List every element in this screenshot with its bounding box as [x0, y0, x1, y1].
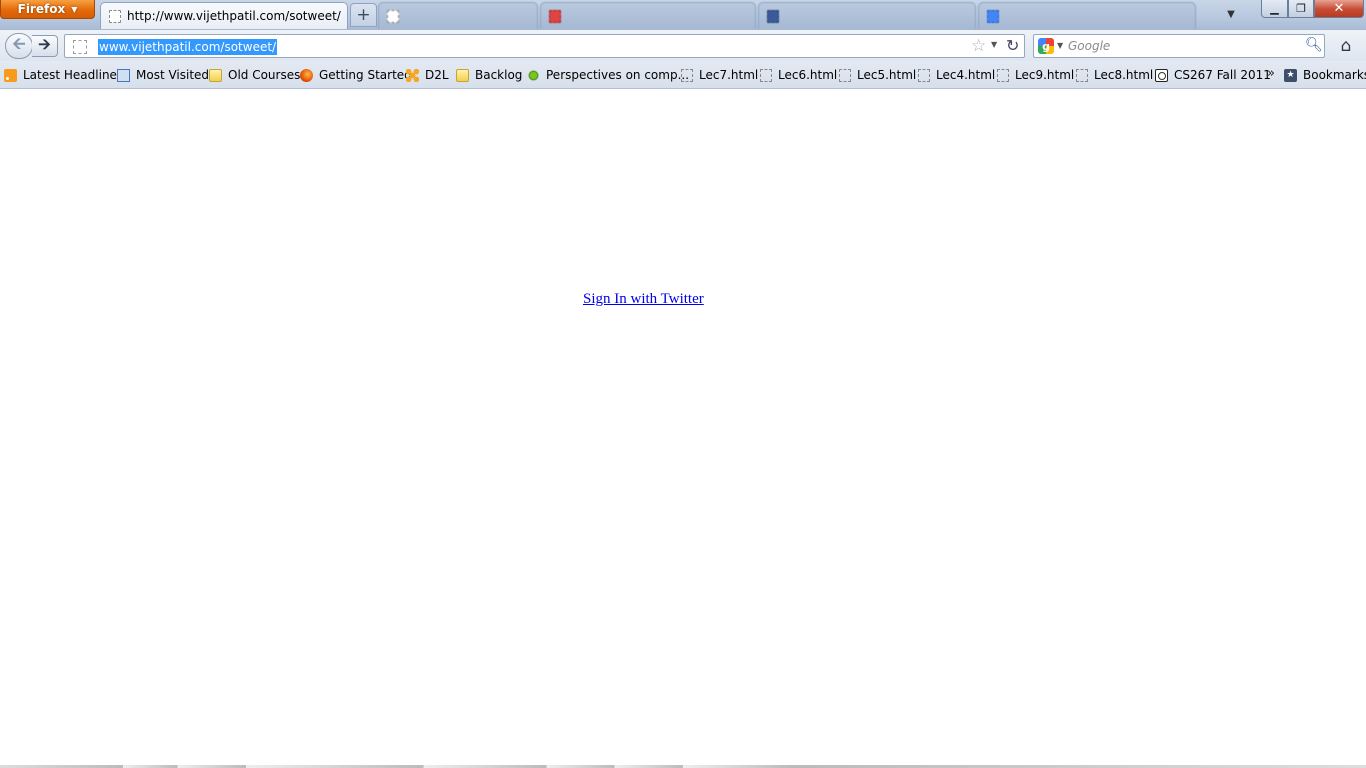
rss-icon — [4, 68, 17, 82]
page-icon — [387, 9, 399, 23]
bookmark-label: CS267 Fall 2011 — [1174, 68, 1271, 82]
page-icon — [839, 68, 851, 82]
bookmarks-menu-label: Bookmarks — [1303, 68, 1366, 82]
bookmark-perspectives[interactable]: Perspectives on comp... — [527, 67, 689, 83]
bookmark-lec8[interactable]: Lec8.html — [1076, 67, 1153, 83]
page-content: Sign In with Twitter — [0, 89, 1366, 768]
green-burst-icon — [527, 68, 540, 82]
folder-icon — [209, 68, 222, 82]
page-icon — [997, 68, 1009, 82]
page-icon — [767, 9, 779, 23]
restore-icon: ❐ — [1296, 2, 1306, 15]
back-arrow-icon: 🡨 — [12, 33, 26, 53]
back-button[interactable]: 🡨 — [5, 33, 33, 59]
bookmarks-toolbar: Latest Headlines Most Visited Old Course… — [0, 61, 1366, 89]
d2l-icon — [406, 68, 419, 82]
close-icon: ✕ — [1333, 1, 1345, 16]
bookmark-label: Lec8.html — [1094, 68, 1154, 82]
url-input[interactable]: www.vijethpatil.com/sotweet/ — [98, 39, 278, 55]
home-button[interactable]: ⌂ — [1334, 34, 1358, 58]
search-icon[interactable]: 🔍︎ — [1305, 37, 1323, 53]
bookmark-getting-started[interactable]: Getting Started — [300, 67, 412, 83]
firefox-menu-label: Firefox — [17, 2, 66, 16]
bookmark-label: Lec6.html — [778, 68, 838, 82]
bookmark-label: Perspectives on comp... — [546, 68, 690, 82]
bookmark-star-icon[interactable]: ☆ — [971, 36, 986, 56]
home-icon: ⌂ — [1340, 36, 1352, 56]
firefox-menu-button[interactable]: Firefox ▼ — [0, 0, 95, 19]
bookmark-lec5[interactable]: Lec5.html — [839, 67, 916, 83]
page-icon — [109, 9, 121, 23]
chevron-down-icon: ▼ — [1227, 8, 1235, 20]
bookmarks-overflow-chevron[interactable]: » — [1267, 66, 1275, 81]
title-bar: Firefox ▼ http://www.vijethpatil.com/sot… — [0, 0, 1366, 29]
close-button[interactable]: ✕ — [1314, 0, 1364, 18]
page-icon — [760, 68, 772, 82]
bookmark-label: D2L — [425, 68, 449, 82]
bookmark-lec7[interactable]: Lec7.html — [681, 67, 758, 83]
tab-background[interactable] — [758, 2, 976, 29]
page-icon — [918, 68, 930, 82]
bookmark-label: Most Visited — [136, 68, 210, 82]
history-dropdown-icon[interactable]: ▼ — [991, 40, 997, 49]
forward-arrow-icon: 🡪 — [38, 34, 51, 53]
bookmark-backlog[interactable]: Backlog — [456, 67, 522, 83]
folder-icon — [456, 68, 469, 82]
maximize-button[interactable]: ❐ — [1288, 0, 1314, 18]
bookmark-lec4[interactable]: Lec4.html — [918, 67, 995, 83]
back-forward-group: 🡨 🡪 — [5, 33, 58, 59]
google-icon — [987, 9, 999, 23]
cs-icon — [1155, 68, 1168, 82]
google-engine-icon[interactable]: g — [1038, 38, 1054, 54]
bookmark-label: Backlog — [475, 68, 523, 82]
mail-icon — [549, 9, 561, 23]
url-bar[interactable]: www.vijethpatil.com/sotweet/ ☆ ▼ ↻ — [64, 34, 1025, 58]
new-tab-button[interactable]: + — [350, 3, 377, 27]
tab-title: http://www.vijethpatil.com/sotweet/ — [127, 9, 341, 23]
tab-background[interactable] — [378, 2, 538, 29]
bookmark-old-courses[interactable]: Old Courses — [209, 67, 300, 83]
engine-dropdown-icon[interactable]: ▼ — [1057, 41, 1063, 50]
bookmark-most-visited[interactable]: Most Visited — [117, 67, 209, 83]
tab-active[interactable]: http://www.vijethpatil.com/sotweet/ — [100, 2, 348, 29]
bookmark-lec6[interactable]: Lec6.html — [760, 67, 837, 83]
bookmark-label: Lec9.html — [1015, 68, 1075, 82]
search-input[interactable] — [1068, 37, 1298, 55]
bookmark-d2l[interactable]: D2L — [406, 67, 449, 83]
firefox-icon — [300, 68, 313, 82]
bookmark-cs267[interactable]: CS267 Fall 2011 — [1155, 67, 1271, 83]
bookmark-label: Lec7.html — [699, 68, 759, 82]
tab-background[interactable] — [540, 2, 756, 29]
bookmark-label: Lec4.html — [936, 68, 996, 82]
minimize-button[interactable]: ▁ — [1261, 0, 1288, 18]
caret-down-icon: ▼ — [71, 4, 78, 14]
bookmarks-menu-button[interactable]: ★ Bookmarks — [1284, 67, 1366, 83]
forward-button[interactable]: 🡪 — [32, 35, 58, 57]
bookmark-lec9[interactable]: Lec9.html — [997, 67, 1074, 83]
bookmarks-star-icon: ★ — [1284, 68, 1297, 82]
navigation-toolbar: 🡨 🡪 www.vijethpatil.com/sotweet/ ☆ ▼ ↻ g… — [0, 29, 1366, 61]
tab-list-button[interactable]: ▼ — [1222, 5, 1240, 23]
bookmark-label: Lec5.html — [857, 68, 917, 82]
most-visited-icon — [117, 68, 130, 82]
plus-icon: + — [356, 5, 371, 25]
reload-icon[interactable]: ↻ — [1006, 36, 1019, 55]
page-icon — [681, 68, 693, 82]
site-identity-icon[interactable] — [73, 40, 87, 54]
sign-in-with-twitter-link[interactable]: Sign In with Twitter — [583, 291, 704, 308]
tab-background[interactable] — [978, 2, 1196, 29]
search-bar[interactable]: g ▼ 🔍︎ — [1033, 34, 1325, 58]
bookmark-latest-headlines[interactable]: Latest Headlines — [4, 67, 123, 83]
bookmark-label: Getting Started — [319, 68, 412, 82]
minimize-icon: ▁ — [1270, 2, 1279, 15]
bookmark-label: Old Courses — [228, 68, 301, 82]
bookmark-label: Latest Headlines — [23, 68, 124, 82]
page-icon — [1076, 68, 1088, 82]
